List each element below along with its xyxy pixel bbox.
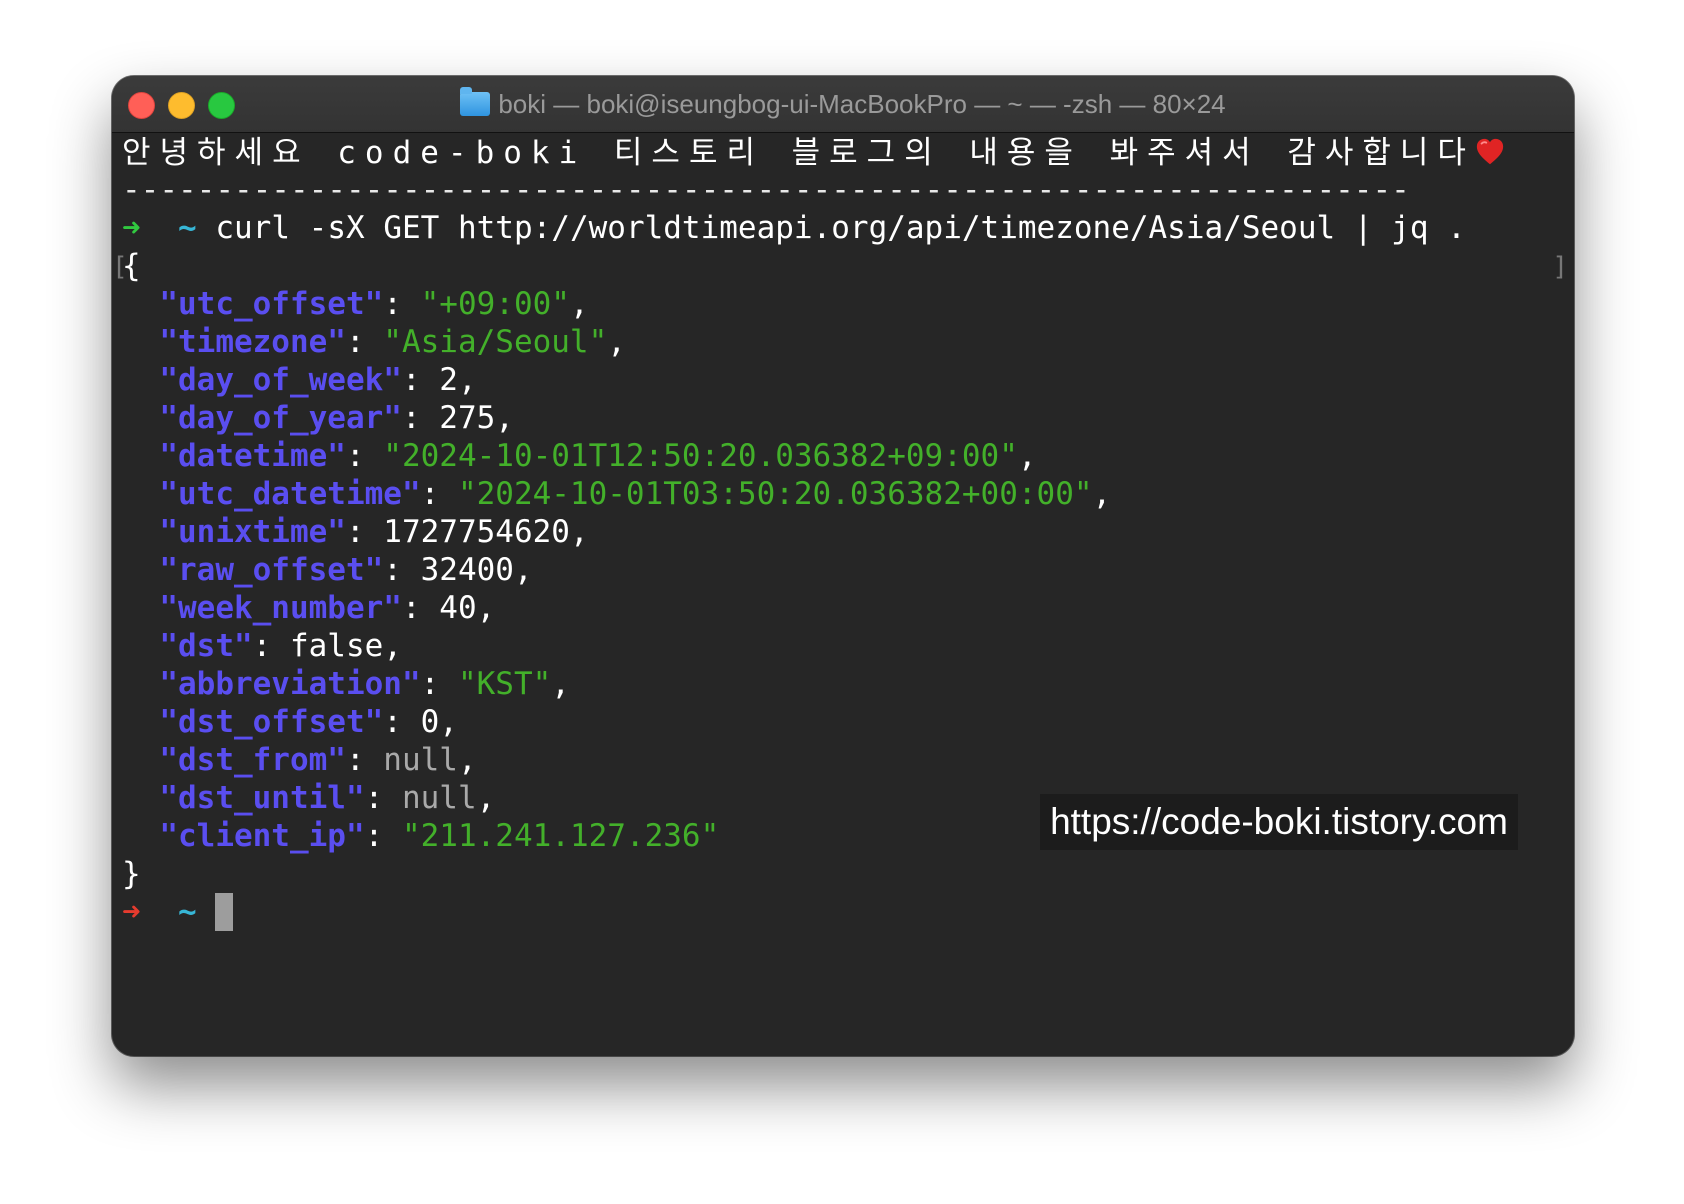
greeting-text: 안녕하세요 code-boki 티스토리 블로그의 내용을 봐주셔서 감사합니다	[122, 135, 1475, 171]
json-value: "2024-10-01T03:50:20.036382+00:00"	[457, 476, 1093, 512]
json-comma: ,	[551, 666, 570, 702]
json-key: "day_of_week"	[159, 362, 402, 398]
json-comma: ,	[383, 628, 402, 664]
json-comma: ,	[1017, 438, 1037, 474]
json-row: "day_of_year": 275,	[159, 400, 514, 436]
greeting-line: 안녕하세요 code-boki 티스토리 블로그의 내용을 봐주셔서 감사합니다	[122, 133, 1564, 171]
prompt-arrow-icon: ➜	[122, 894, 141, 930]
json-key: "datetime"	[159, 438, 346, 474]
json-comma: ,	[569, 514, 589, 550]
json-key: "week_number"	[159, 590, 402, 626]
command-text: curl -sX GET http://worldtimeapi.org/api…	[215, 210, 1466, 246]
window-title-text: boki — boki@iseungbog-ui-MacBookPro — ~ …	[498, 89, 1226, 119]
json-key: "raw_offset"	[159, 552, 384, 588]
json-value: false	[289, 628, 384, 664]
json-value: "KST"	[457, 666, 552, 702]
json-row: "unixtime": 1727754620,	[159, 514, 589, 550]
json-comma: ,	[495, 400, 514, 436]
json-key: "dst_offset"	[159, 704, 384, 740]
json-key: "dst_from"	[159, 742, 346, 778]
json-key: "timezone"	[159, 324, 346, 360]
json-value: 1727754620	[383, 514, 570, 550]
json-comma: ,	[476, 780, 496, 816]
json-comma: ,	[457, 362, 477, 398]
title-bar: boki — boki@iseungbog-ui-MacBookPro — ~ …	[112, 76, 1574, 133]
active-prompt-line[interactable]: ➜ ~	[122, 893, 1564, 931]
json-comma: ,	[439, 704, 458, 740]
json-value: 32400	[420, 552, 514, 588]
json-row: "week_number": 40,	[159, 590, 496, 626]
json-key: "utc_offset"	[159, 286, 384, 322]
json-row: "utc_datetime": "2024-10-01T03:50:20.036…	[159, 476, 1112, 512]
json-comma: ,	[476, 590, 496, 626]
json-value: "211.241.127.236"	[401, 818, 720, 854]
json-row: "datetime": "2024-10-01T12:50:20.036382+…	[159, 438, 1037, 474]
json-comma: ,	[457, 742, 477, 778]
divider-line: ----------------------------------------…	[122, 172, 1410, 208]
terminal-window: boki — boki@iseungbog-ui-MacBookPro — ~ …	[112, 76, 1574, 1056]
terminal-content[interactable]: 안녕하세요 code-boki 티스토리 블로그의 내용을 봐주셔서 감사합니다…	[112, 133, 1568, 1056]
json-row: "raw_offset": 32400,	[159, 552, 533, 588]
prompt-arrow-icon: ➜	[122, 210, 141, 246]
json-key: "day_of_year"	[159, 400, 402, 436]
mark-bracket-left: [	[112, 252, 128, 282]
json-row: "abbreviation": "KST",	[159, 666, 570, 702]
json-comma: ,	[607, 324, 626, 360]
text-cursor	[215, 893, 234, 931]
json-row: "day_of_week": 2,	[159, 362, 477, 398]
json-close-brace: }	[122, 856, 141, 892]
json-value: 0	[420, 704, 440, 740]
json-comma: ,	[1092, 476, 1112, 512]
json-row: "timezone": "Asia/Seoul",	[159, 324, 626, 360]
heart-icon	[1476, 138, 1504, 165]
json-open-brace: {	[122, 248, 141, 284]
watermark: https://code-boki.tistory.com	[1040, 794, 1518, 850]
command-line: ➜ ~ curl -sX GET http://worldtimeapi.org…	[122, 209, 1564, 247]
json-key: "utc_datetime"	[159, 476, 421, 512]
json-value: "Asia/Seoul"	[383, 324, 608, 360]
json-value: 2	[439, 362, 458, 398]
json-value: null	[401, 780, 477, 816]
json-value: "+09:00"	[420, 286, 570, 322]
json-row: "utc_offset": "+09:00",	[159, 286, 589, 322]
json-value: 40	[439, 590, 477, 626]
json-row: "dst_from": null,	[159, 742, 477, 778]
window-title: boki — boki@iseungbog-ui-MacBookPro — ~ …	[112, 76, 1574, 132]
json-output: "utc_offset": "+09:00", "timezone": "Asi…	[122, 285, 1564, 855]
json-key: "dst"	[159, 628, 253, 664]
json-key: "unixtime"	[159, 514, 346, 550]
folder-icon	[460, 87, 491, 116]
json-row: "dst_offset": 0,	[159, 704, 458, 740]
json-value: null	[383, 742, 458, 778]
mark-bracket-right: ]	[1552, 252, 1568, 282]
prompt-directory: ~	[178, 210, 197, 246]
json-key: "client_ip"	[159, 818, 365, 854]
json-comma: ,	[513, 552, 533, 588]
json-key: "abbreviation"	[159, 666, 421, 702]
json-value: "2024-10-01T12:50:20.036382+09:00"	[383, 438, 1018, 474]
json-key: "dst_until"	[159, 780, 365, 816]
prompt-directory: ~	[178, 894, 197, 930]
json-value: 275	[439, 400, 496, 436]
json-comma: ,	[569, 286, 589, 322]
json-row: "dst": false,	[159, 628, 402, 664]
